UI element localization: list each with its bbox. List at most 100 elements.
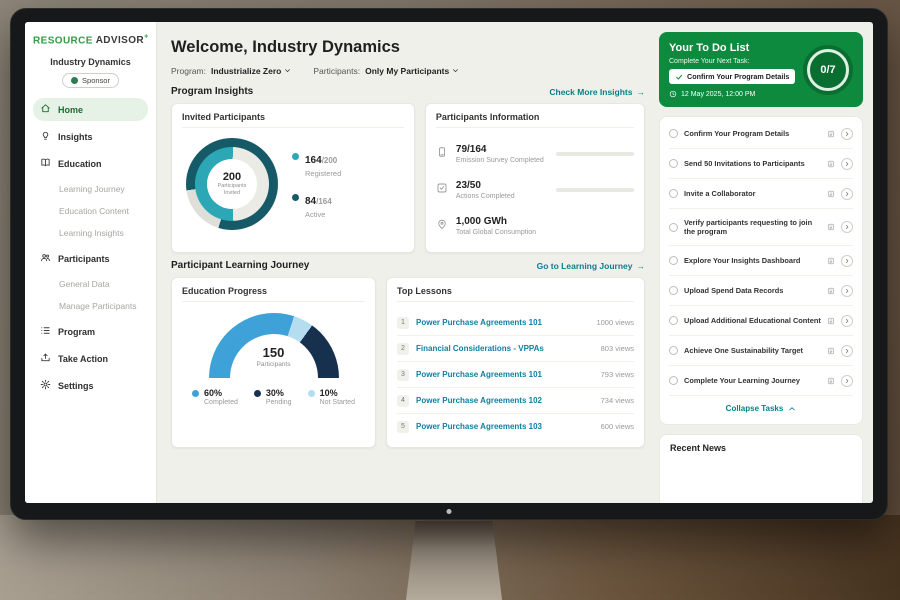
collapse-tasks-button[interactable]: Collapse Tasks — [669, 396, 853, 422]
task-checkbox[interactable] — [669, 286, 678, 295]
checklist-icon — [436, 181, 448, 199]
task-doc-icon[interactable] — [827, 223, 835, 231]
legend-dot — [292, 153, 299, 160]
sidebar-item-learning-insights[interactable]: Learning Insights — [33, 223, 148, 243]
legend-item-not-started: 10% Not Started — [308, 388, 355, 406]
gear-icon — [40, 379, 51, 392]
task-row: Invite a Collaborator — [669, 179, 853, 209]
sidebar-item-label: Program — [58, 327, 95, 337]
task-checkbox[interactable] — [669, 159, 678, 168]
lesson-link[interactable]: Power Purchase Agreements 101 — [416, 318, 589, 327]
legend-dot — [308, 390, 315, 397]
go-to-learning-journey-link[interactable]: Go to Learning Journey → — [537, 261, 645, 271]
task-doc-icon[interactable] — [827, 287, 835, 295]
task-row: Upload Additional Educational Content — [669, 306, 853, 336]
sidebar: RESOURCE ADVISOR+ Industry Dynamics Spon… — [25, 22, 157, 503]
sidebar-item-settings[interactable]: Settings — [33, 374, 148, 397]
recent-news-card: Recent News — [659, 434, 863, 503]
lesson-views: 734 views — [601, 396, 634, 405]
invited-donut-chart: 200 Participants Invited — [186, 138, 278, 230]
program-select[interactable]: Industrialize Zero — [211, 66, 291, 76]
task-doc-icon[interactable] — [827, 190, 835, 198]
gauge-center: 150 Participants — [209, 345, 339, 368]
chevron-right-icon[interactable] — [841, 255, 853, 267]
lesson-rank: 5 — [397, 421, 409, 433]
sidebar-item-program[interactable]: Program — [33, 320, 148, 343]
task-checkbox[interactable] — [669, 316, 678, 325]
task-doc-icon[interactable] — [827, 160, 835, 168]
task-checkbox[interactable] — [669, 376, 678, 385]
todo-tasks-card: Confirm Your Program Details Send 50 Inv… — [659, 116, 863, 425]
task-doc-icon[interactable] — [827, 347, 835, 355]
lesson-row: 3 Power Purchase Agreements 101 793 view… — [397, 362, 634, 388]
sidebar-item-insights[interactable]: Insights — [33, 125, 148, 148]
chevron-right-icon[interactable] — [841, 128, 853, 140]
chevron-right-icon[interactable] — [841, 375, 853, 387]
stat-emission-survey: 79/164 Emission Survey Completed — [436, 136, 634, 172]
program-filter: Program: Industrialize Zero — [171, 66, 291, 76]
chevron-right-icon[interactable] — [841, 158, 853, 170]
chevron-right-icon[interactable] — [841, 315, 853, 327]
task-doc-icon[interactable] — [827, 317, 835, 325]
participants-select[interactable]: Only My Participants — [365, 66, 459, 76]
sidebar-item-take-action[interactable]: Take Action — [33, 347, 148, 370]
task-checkbox[interactable] — [669, 129, 678, 138]
sidebar-item-home[interactable]: Home — [33, 98, 148, 121]
legend-dot — [254, 390, 261, 397]
location-pin-icon — [436, 217, 448, 235]
org-name: Industry Dynamics — [33, 57, 148, 67]
task-doc-icon[interactable] — [827, 257, 835, 265]
legend-dot — [192, 390, 199, 397]
main-content: Welcome, Industry Dynamics Program: Indu… — [157, 22, 657, 503]
sidebar-item-label: Learning Journey — [59, 184, 125, 194]
lesson-row: 5 Power Purchase Agreements 103 600 view… — [397, 414, 634, 439]
check-more-insights-link[interactable]: Check More Insights → — [549, 87, 645, 97]
lesson-link[interactable]: Power Purchase Agreements 103 — [416, 422, 594, 431]
lesson-link[interactable]: Power Purchase Agreements 102 — [416, 396, 594, 405]
sidebar-item-label: Education Content — [59, 206, 129, 216]
donut-legend: 164/200 Registered 84/164 Active — [292, 150, 341, 219]
task-checkbox[interactable] — [669, 223, 678, 232]
monitor-stand — [406, 521, 502, 600]
chevron-right-icon[interactable] — [841, 221, 853, 233]
sidebar-item-label: General Data — [59, 279, 110, 289]
chevron-right-icon[interactable] — [841, 345, 853, 357]
participants-information-card: Participants Information 79/164 Emission… — [425, 103, 645, 253]
filters-bar: Program: Industrialize Zero Participants… — [171, 66, 645, 76]
sidebar-item-label: Education — [58, 159, 102, 169]
sidebar-item-label: Insights — [58, 132, 93, 142]
next-task-pill[interactable]: Confirm Your Program Details — [669, 69, 795, 84]
arrow-right-icon: → — [637, 261, 646, 271]
sponsor-badge[interactable]: Sponsor — [62, 73, 119, 88]
lesson-link[interactable]: Financial Considerations - VPPAs — [416, 344, 594, 353]
task-checkbox[interactable] — [669, 189, 678, 198]
sidebar-item-education[interactable]: Education — [33, 152, 148, 175]
task-doc-icon[interactable] — [827, 377, 835, 385]
lesson-rank: 2 — [397, 343, 409, 355]
task-checkbox[interactable] — [669, 256, 678, 265]
task-row: Achieve One Sustainability Target — [669, 336, 853, 366]
sidebar-nav: Home Insights Education Learning Journey — [33, 98, 148, 397]
sidebar-item-general-data[interactable]: General Data — [33, 274, 148, 294]
resource-advisor-logo: RESOURCE ADVISOR+ — [33, 34, 148, 46]
stat-actions-completed: 23/50 Actions Completed — [436, 172, 634, 208]
lightbulb-icon — [40, 130, 51, 143]
users-icon — [40, 252, 51, 265]
check-icon — [675, 73, 683, 81]
task-doc-icon[interactable] — [827, 130, 835, 138]
donut-center-label: Participants Invited — [213, 183, 251, 197]
clock-icon — [669, 90, 677, 98]
page-title: Welcome, Industry Dynamics — [171, 38, 645, 57]
sidebar-item-participants[interactable]: Participants — [33, 247, 148, 270]
lesson-link[interactable]: Power Purchase Agreements 101 — [416, 370, 594, 379]
task-checkbox[interactable] — [669, 346, 678, 355]
progress-bar — [556, 152, 634, 156]
sidebar-item-learning-journey[interactable]: Learning Journey — [33, 179, 148, 199]
sidebar-item-education-content[interactable]: Education Content — [33, 201, 148, 221]
card-title: Top Lessons — [397, 286, 634, 302]
sidebar-item-manage-participants[interactable]: Manage Participants — [33, 296, 148, 316]
program-insights-header: Program Insights Check More Insights → — [171, 86, 645, 97]
chevron-right-icon[interactable] — [841, 285, 853, 297]
chevron-right-icon[interactable] — [841, 188, 853, 200]
lesson-row: 2 Financial Considerations - VPPAs 803 v… — [397, 336, 634, 362]
